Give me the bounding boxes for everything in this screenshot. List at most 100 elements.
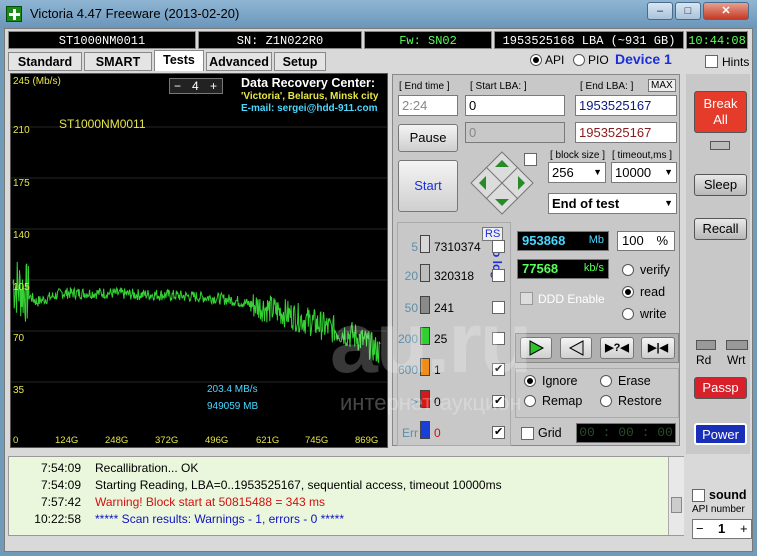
start-lba-field[interactable]: 0 (465, 95, 565, 116)
block-size-select[interactable]: 256 ▼ (548, 162, 606, 183)
kbs-value: 77568 (522, 261, 559, 276)
lba-display: 1953525168 LBA (~931 GB) (494, 31, 684, 49)
mb-unit: Mb (588, 234, 604, 246)
clock-display: 10:44:08 (686, 31, 748, 49)
remap-radio[interactable] (524, 395, 536, 407)
direction-checkbox[interactable] (524, 153, 537, 166)
restore-label: Restore (618, 394, 662, 408)
api-minus-button[interactable]: − (696, 521, 704, 536)
y-tick-35: 35 (13, 385, 25, 396)
end-of-test-select[interactable]: End of test ▼ (548, 193, 677, 214)
tab-setup[interactable]: Setup (274, 52, 326, 71)
end-lba-field[interactable]: 1953525167 (575, 95, 677, 116)
log-text: Starting Reading, LBA=0..1953525167, seq… (95, 478, 502, 492)
chevron-down-icon: ▼ (593, 167, 602, 177)
end-lba-label: [ End LBA: ] (580, 81, 634, 92)
sound-checkbox[interactable] (692, 489, 705, 502)
sleep-button[interactable]: Sleep (694, 174, 747, 196)
counter-value: 7310374 (434, 240, 481, 254)
counter-log-checkbox[interactable] (492, 269, 505, 282)
api-number-stepper[interactable]: − 1 + (692, 519, 752, 539)
minimize-button[interactable]: – (647, 2, 673, 20)
hints-label: Hints (722, 55, 750, 69)
tab-advanced[interactable]: Advanced (206, 52, 272, 71)
watermark-text: интернет-аукцион (340, 390, 522, 415)
x-tick-621g: 621G (256, 435, 280, 446)
dr-line2: E-mail: sergei@hdd-911.com (241, 103, 378, 114)
api-label: API (545, 53, 565, 67)
hints-checkbox[interactable] (705, 55, 718, 68)
passp-button[interactable]: Passp (694, 377, 747, 399)
tab-smart[interactable]: SMART (84, 52, 152, 71)
timeout-value: 10000 (615, 165, 652, 180)
pause-button[interactable]: Pause (398, 124, 458, 152)
read-label: read (640, 285, 666, 299)
tab-standard[interactable]: Standard (8, 52, 82, 71)
write-radio[interactable] (622, 308, 634, 320)
title-bar: Victoria 4.47 Freeware (2013-02-20) – □ … (0, 0, 757, 28)
device-label[interactable]: Device 1 (615, 51, 672, 67)
log-scroll-thumb[interactable] (671, 497, 682, 513)
verify-radio[interactable] (622, 264, 634, 276)
api-number-value: 1 (718, 521, 726, 536)
mb-display: 953868 Mb (517, 231, 609, 251)
start-button[interactable]: Start (398, 160, 458, 212)
counter-color-box (420, 264, 430, 282)
counter-value: 0 (434, 426, 441, 440)
api-plus-button[interactable]: + (740, 521, 748, 536)
max-button[interactable]: MAX (648, 79, 676, 92)
current-lba-field: 0 (465, 122, 565, 143)
log-row: 7:54:09 Recallibration... OK (15, 460, 198, 477)
restore-radio[interactable] (600, 395, 612, 407)
step-control: − 4 + (169, 78, 223, 94)
close-button[interactable]: ✕ (703, 2, 749, 20)
recall-button[interactable]: Recall (694, 218, 747, 240)
power-button[interactable]: Power (694, 423, 747, 445)
tab-tests[interactable]: Tests (154, 50, 204, 71)
action-panel (515, 368, 679, 418)
back-icon (568, 340, 584, 356)
dr-title: Data Recovery Center: (241, 76, 376, 90)
ddd-label: DDD Enable (538, 292, 605, 306)
speed-graph: 245 (Mb/s) 210 175 140 105 70 35 0 124G … (10, 73, 388, 448)
sound-label: sound (709, 488, 747, 502)
maximize-button[interactable]: □ (675, 2, 701, 20)
break-indicator (710, 141, 730, 150)
log-time: 7:57:42 (40, 495, 81, 509)
end-time-field[interactable]: 2:24 (398, 95, 458, 116)
counter-label: 5 (411, 240, 418, 254)
read-radio[interactable] (622, 286, 634, 298)
wrt-label: Wrt (727, 353, 746, 367)
step-plus-button[interactable]: + (210, 79, 217, 93)
counter-label: Err (402, 426, 418, 440)
chevron-down-icon: ▼ (664, 167, 673, 177)
erase-radio[interactable] (600, 375, 612, 387)
api-radio[interactable] (530, 54, 542, 66)
log-row: 7:54:09 Starting Reading, LBA=0..19535251… (15, 477, 502, 494)
ignore-label: Ignore (542, 374, 578, 388)
back-button[interactable] (560, 337, 592, 359)
speed-series-line (12, 261, 381, 364)
grid-label: Grid (538, 426, 562, 440)
pio-label: PIO (588, 53, 609, 67)
step-minus-button[interactable]: − (174, 79, 181, 93)
log-scrollbar[interactable] (668, 457, 684, 535)
end-button[interactable]: ▶|◀ (641, 337, 675, 359)
counter-log-checkbox[interactable] (492, 425, 505, 439)
counter-log-checkbox[interactable] (492, 240, 505, 253)
erase-label: Erase (618, 374, 651, 388)
rs-button[interactable]: RS (482, 227, 504, 241)
window-title: Victoria 4.47 Freeware (2013-02-20) (30, 6, 240, 21)
api-number-label: API number (692, 504, 745, 515)
pio-radio[interactable] (573, 54, 585, 66)
graph-model-label: ST1000NM0011 (59, 117, 146, 131)
skip-button[interactable]: ▶?◀ (600, 337, 634, 359)
timeout-label: [ timeout,ms ] (612, 150, 673, 161)
break-all-button[interactable]: Break All (694, 91, 747, 133)
timeout-select[interactable]: 10000 ▼ (611, 162, 677, 183)
counter-color-box (420, 235, 430, 253)
grid-checkbox[interactable] (521, 427, 534, 440)
y-tick-70: 70 (13, 333, 25, 344)
timer-display: 00 : 00 : 00 (576, 423, 676, 443)
dr-line1: 'Victoria', Belarus, Minsk city (241, 91, 379, 102)
